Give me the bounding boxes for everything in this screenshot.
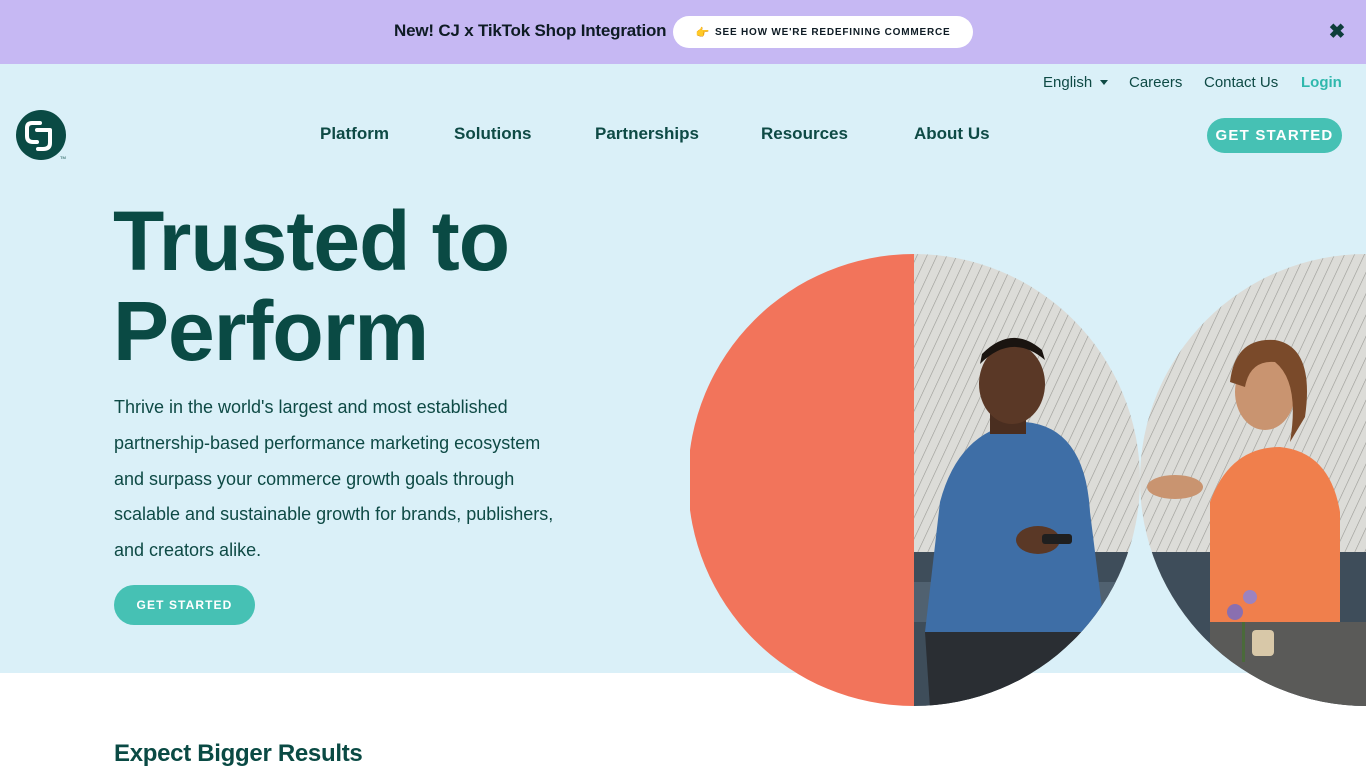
careers-link[interactable]: Careers bbox=[1129, 74, 1182, 91]
hero-description: Thrive in the world's largest and most e… bbox=[114, 397, 554, 561]
login-link[interactable]: Login bbox=[1301, 74, 1342, 91]
announcement-text: New! CJ x TikTok Shop Integration bbox=[394, 21, 667, 40]
photo-woman bbox=[1140, 254, 1366, 706]
svg-text:TM: TM bbox=[60, 155, 66, 160]
language-selector[interactable]: English bbox=[1043, 74, 1109, 91]
chevron-down-icon bbox=[1100, 80, 1109, 85]
announcement-link-label: SEE HOW WE'RE REDEFINING COMMERCE bbox=[715, 26, 951, 38]
announcement-bar: New! CJ x TikTok Shop Integration 👉 SEE … bbox=[0, 0, 1366, 64]
pointing-hand-icon: 👉 bbox=[695, 26, 711, 39]
photo-man bbox=[914, 254, 1140, 706]
nav-about-us[interactable]: About Us bbox=[914, 124, 990, 144]
language-label: English bbox=[1043, 74, 1093, 91]
close-icon[interactable]: ✖ bbox=[1327, 22, 1347, 42]
announcement-link-button[interactable]: 👉 SEE HOW WE'RE REDEFINING COMMERCE bbox=[673, 16, 973, 48]
hero-title: Trusted to Perform bbox=[113, 196, 673, 376]
contact-us-link[interactable]: Contact Us bbox=[1204, 74, 1278, 91]
cj-logo-icon[interactable]: TM bbox=[16, 110, 68, 162]
section-title: Expect Bigger Results bbox=[114, 740, 363, 767]
nav-resources[interactable]: Resources bbox=[761, 124, 848, 144]
hero-get-started-button[interactable]: GET STARTED bbox=[114, 585, 255, 625]
nav-solutions[interactable]: Solutions bbox=[454, 124, 531, 144]
hero-title-line1: Trusted to bbox=[113, 194, 510, 288]
hero-title-line2: Perform bbox=[113, 284, 429, 378]
coral-half-circle bbox=[690, 254, 914, 706]
nav-partnerships[interactable]: Partnerships bbox=[595, 124, 699, 144]
nav-platform[interactable]: Platform bbox=[320, 124, 389, 144]
get-started-button[interactable]: GET STARTED bbox=[1207, 118, 1342, 153]
hero-graphic bbox=[690, 254, 1366, 706]
